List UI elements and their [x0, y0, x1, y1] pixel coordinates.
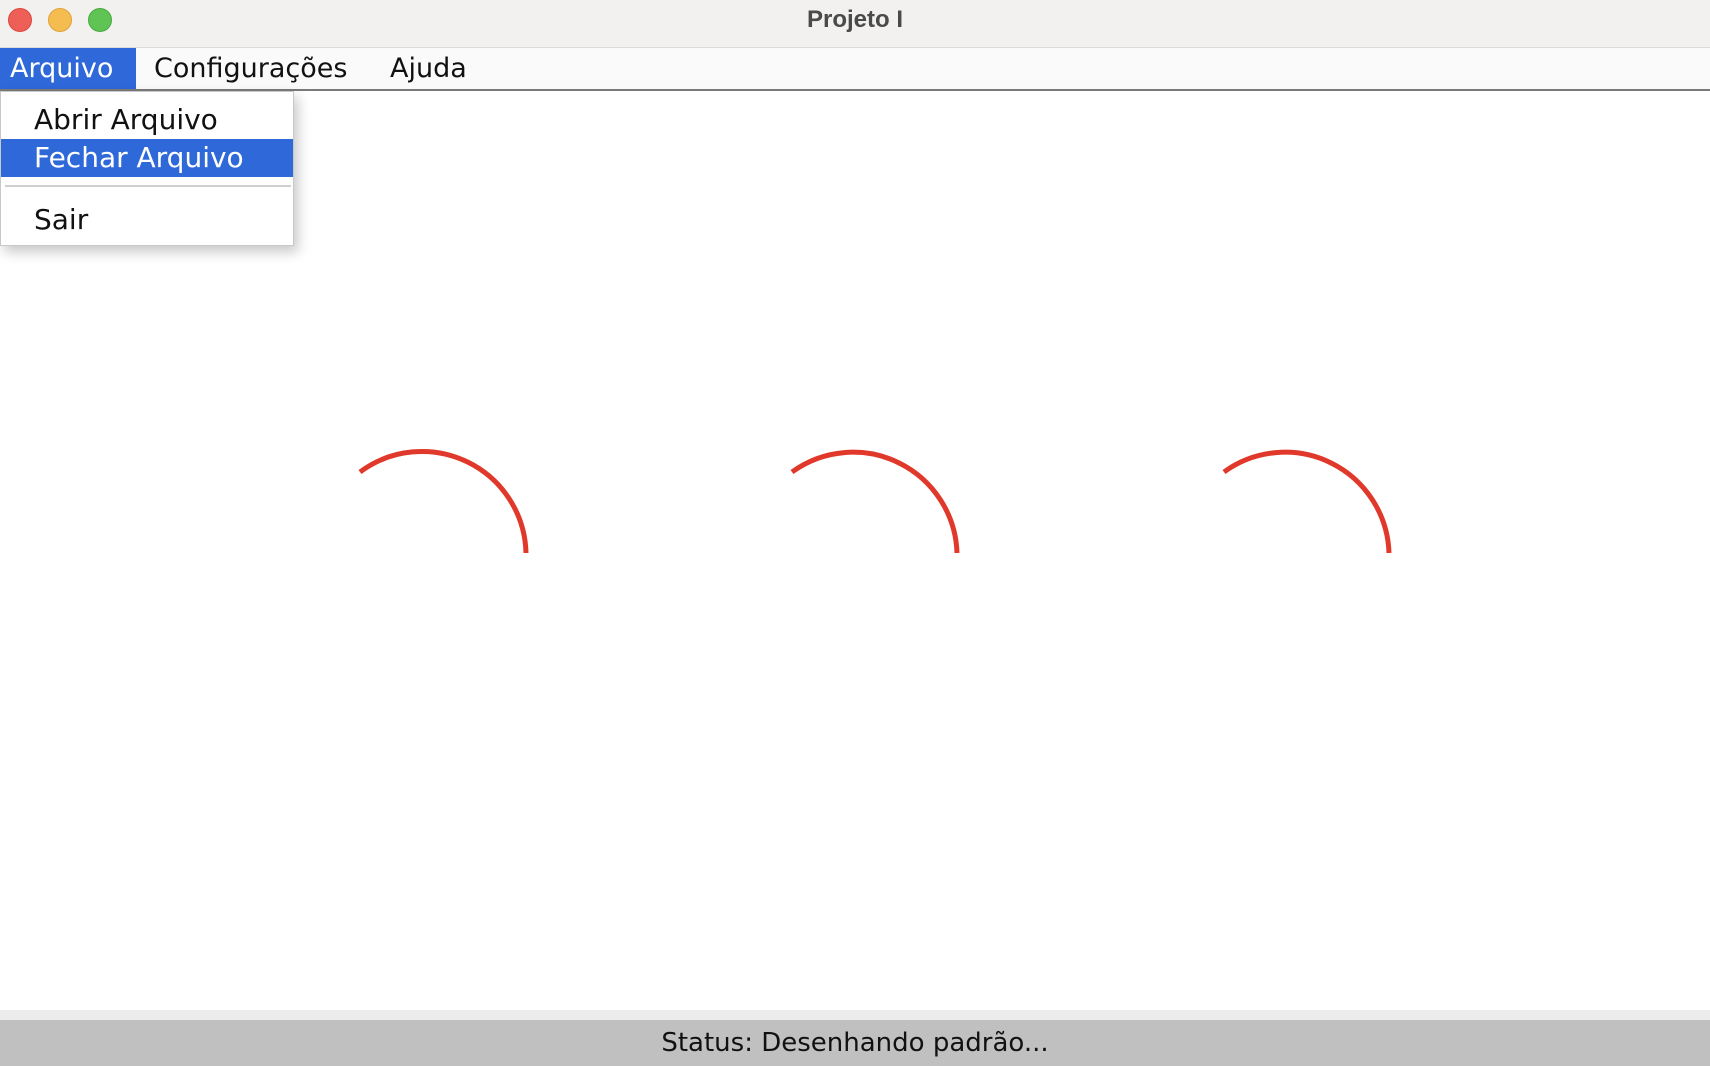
menu-item-abrir-arquivo[interactable]: Abrir Arquivo	[1, 101, 293, 139]
file-menu-dropdown: Abrir Arquivo Fechar Arquivo Sair	[0, 91, 294, 246]
menu-ajuda[interactable]: Ajuda	[380, 48, 484, 89]
arc-shape	[358, 448, 529, 554]
menu-item-fechar-arquivo[interactable]: Fechar Arquivo	[1, 139, 293, 177]
window-title: Projeto I	[806, 6, 903, 33]
arc-shape	[1222, 449, 1392, 554]
menu-separator	[5, 185, 291, 187]
menu-configuracoes[interactable]: Configurações	[144, 48, 360, 89]
menu-arquivo[interactable]: Arquivo	[0, 48, 136, 89]
arc-shape	[790, 449, 960, 554]
menu-bar: Arquivo Configurações Ajuda	[0, 48, 1710, 91]
menu-item-sair[interactable]: Sair	[1, 201, 293, 239]
status-text: Status: Desenhando padrão...	[661, 1028, 1049, 1058]
status-bar: Status: Desenhando padrão...	[0, 1010, 1710, 1066]
title-bar: Projeto I	[0, 0, 1710, 48]
